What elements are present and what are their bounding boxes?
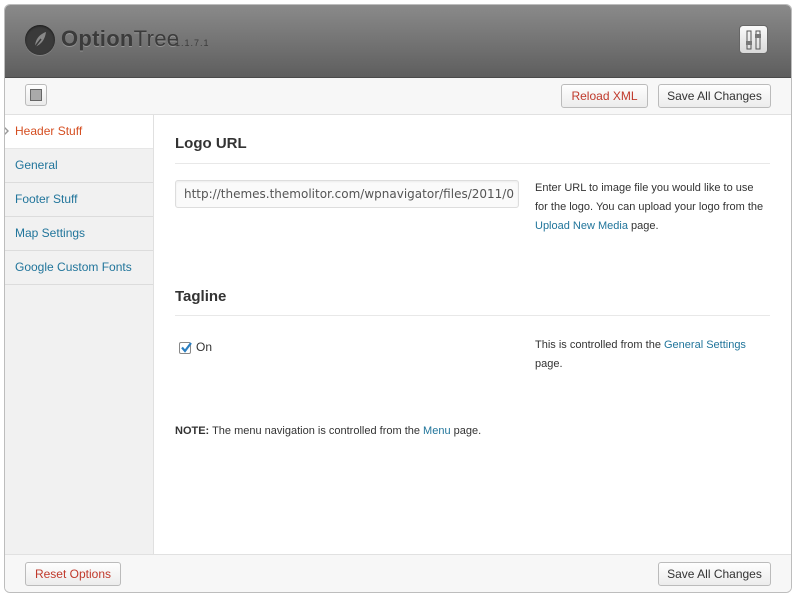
sidebar-item-label: Map Settings [15, 226, 86, 240]
sidebar-item-google-custom-fonts[interactable]: Google Custom Fonts [5, 251, 153, 285]
brand-name: OptionTree [61, 26, 179, 52]
sidebar-item-header-stuff[interactable]: Header Stuff [5, 115, 153, 149]
general-settings-link[interactable]: General Settings [664, 339, 746, 351]
save-all-changes-button-bottom[interactable]: Save All Changes [658, 562, 771, 586]
option-tree-panel: OptionTree 1.1.7.1 Reload XML Save All C… [4, 4, 792, 593]
logo-url-description: Enter URL to image file you would like t… [535, 179, 765, 236]
tagline-description: This is controlled from the General Sett… [535, 336, 765, 374]
sidebar-item-map-settings[interactable]: Map Settings [5, 217, 153, 251]
toggle-layout-button[interactable] [25, 84, 47, 106]
sidebar-item-label: Google Custom Fonts [15, 260, 132, 274]
toggle-layout-icon [30, 89, 42, 101]
sidebar-item-label: General [15, 158, 58, 172]
upload-new-media-link[interactable]: Upload New Media [535, 220, 628, 232]
tagline-checkbox[interactable] [179, 342, 192, 354]
reset-options-button[interactable]: Reset Options [25, 562, 121, 586]
sidebar-item-label: Header Stuff [15, 124, 83, 138]
note-text: page. [450, 425, 482, 437]
divider [175, 315, 770, 316]
header-bar: OptionTree 1.1.7.1 [5, 5, 791, 78]
note-label: NOTE: [175, 425, 210, 437]
menu-link[interactable]: Menu [423, 425, 451, 437]
brand-bold: Option [61, 26, 134, 51]
desc-text: page. [535, 358, 563, 370]
brand-light: Tree [133, 26, 180, 51]
sidebar-item-general[interactable]: General [5, 149, 153, 183]
desc-text: This is controlled from the [535, 339, 664, 351]
sidebar-item-footer-stuff[interactable]: Footer Stuff [5, 183, 153, 217]
tagline-heading: Tagline [175, 288, 227, 305]
sidebar-nav: Header Stuff General Footer Stuff Map Se… [5, 115, 154, 554]
active-caret-icon [5, 126, 9, 136]
main-content: Logo URL http://themes.themolitor.com/wp… [154, 115, 791, 554]
checkbox-check-icon [181, 342, 192, 353]
logo-url-input[interactable]: http://themes.themolitor.com/wpnavigator… [175, 180, 519, 208]
tagline-checkbox-label[interactable]: On [196, 340, 212, 354]
sidebar-item-label: Footer Stuff [15, 192, 78, 206]
settings-sliders-icon [746, 30, 761, 50]
leaf-logo-icon [25, 25, 55, 55]
divider [175, 163, 770, 164]
desc-text: page. [627, 220, 659, 232]
top-toolbar: Reload XML Save All Changes [5, 78, 791, 115]
logo-url-heading: Logo URL [175, 135, 247, 152]
save-all-changes-button-top[interactable]: Save All Changes [658, 84, 771, 108]
bottom-toolbar: Reset Options Save All Changes [5, 554, 791, 592]
version-label: 1.1.7.1 [175, 38, 210, 48]
reload-xml-button[interactable]: Reload XML [561, 84, 648, 108]
note-text: The menu navigation is controlled from t… [209, 425, 424, 437]
settings-button[interactable] [739, 25, 768, 54]
menu-note: NOTE: The menu navigation is controlled … [175, 425, 481, 437]
desc-text: Enter URL to image file you would like t… [535, 182, 764, 213]
